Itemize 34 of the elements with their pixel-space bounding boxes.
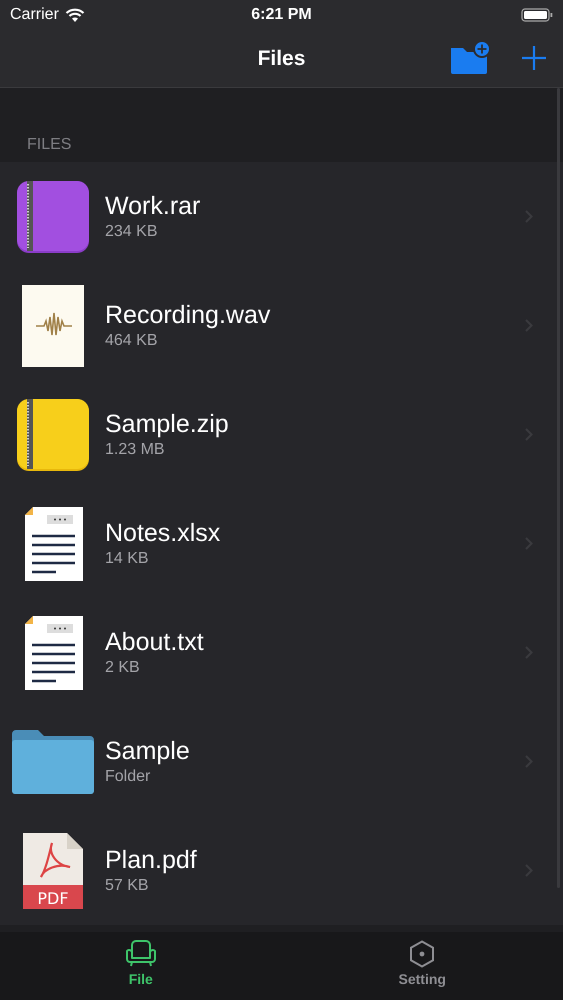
pdf-label: PDF — [36, 888, 68, 908]
file-detail: 234 KB — [105, 223, 158, 241]
audio-file-icon — [22, 284, 84, 366]
clock-label: 6:21 PM — [251, 6, 312, 23]
file-detail: 464 KB — [105, 332, 158, 350]
file-name[interactable]: Work.rar — [105, 192, 525, 221]
file-detail: Folder — [105, 768, 152, 786]
document-icon — [22, 506, 82, 580]
file-name[interactable]: Plan.pdf — [105, 846, 525, 875]
archive-icon — [16, 398, 90, 472]
file-name[interactable]: Sample — [105, 737, 525, 766]
add-button[interactable] — [521, 45, 547, 71]
settings-icon — [409, 940, 436, 968]
carrier-label: Carrier — [10, 6, 59, 24]
tab[interactable]: File — [0, 932, 282, 1000]
battery-icon — [521, 8, 553, 22]
file-detail: 57 KB — [105, 877, 150, 895]
file-name[interactable]: Sample.zip — [105, 410, 525, 439]
file-detail: 14 KB — [105, 550, 150, 568]
archive-icon — [16, 180, 90, 254]
new-folder-button[interactable] — [449, 40, 491, 76]
folder-icon — [12, 730, 94, 794]
wifi-icon — [64, 8, 85, 22]
section-header: FILES — [27, 136, 72, 154]
tab[interactable]: Setting — [282, 932, 563, 1000]
file-name[interactable]: Recording.wav — [105, 301, 525, 330]
file-detail: 1.23 MB — [105, 441, 166, 459]
file-name[interactable]: About.txt — [105, 628, 525, 657]
document-icon — [22, 616, 82, 690]
armchair-icon — [124, 940, 158, 968]
file-detail: 2 KB — [105, 659, 141, 677]
screen-title: Files — [258, 46, 306, 70]
pdf-file-icon — [22, 832, 82, 908]
file-name[interactable]: Notes.xlsx — [105, 519, 525, 548]
